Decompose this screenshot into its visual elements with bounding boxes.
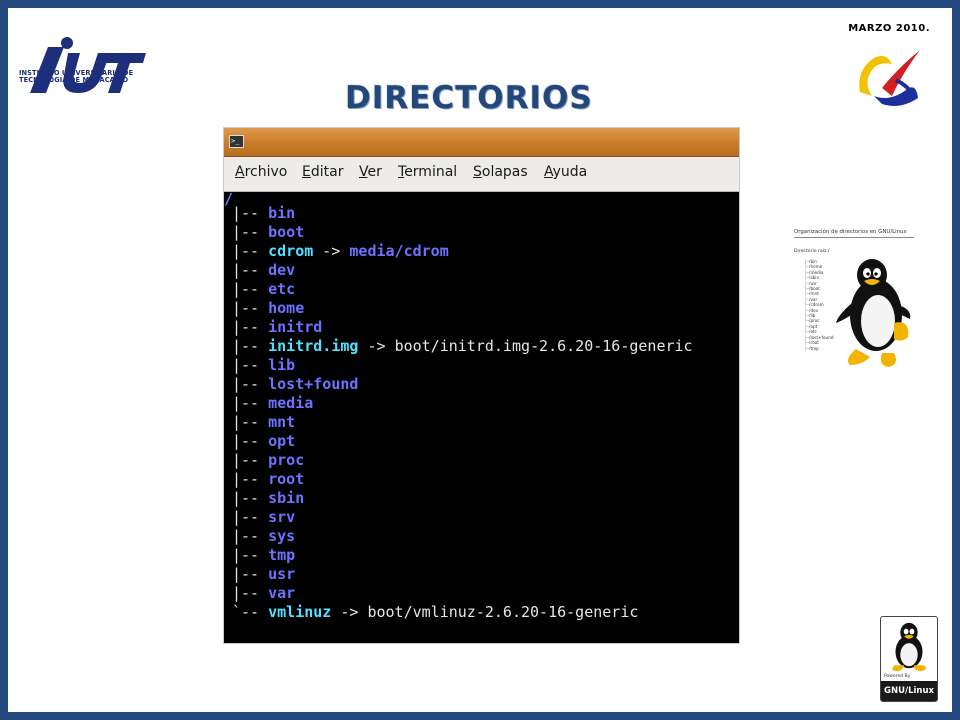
- logo-caption: INSTITUTO UNIVERSITARIO DE TECNOLOGÍA DE…: [19, 69, 169, 85]
- tree-branch: |--: [232, 223, 269, 241]
- tree-entry: |-- bin: [232, 204, 295, 222]
- tree-branch: |--: [232, 489, 269, 507]
- tree-branch: `--: [232, 603, 269, 621]
- window-titlebar[interactable]: >_: [224, 128, 739, 157]
- tux-badge-icon: [892, 622, 926, 672]
- menu-ver[interactable]: Ver: [359, 164, 382, 180]
- tree-entry: |-- dev: [232, 261, 295, 279]
- tree-entry-directory: boot: [268, 223, 305, 241]
- tree-entry-directory: dev: [268, 261, 296, 279]
- gnu-linux-badge: Powered By GNU/Linux: [880, 616, 938, 702]
- tree-branch: |--: [232, 584, 269, 602]
- tree-branch: |--: [232, 242, 269, 260]
- tree-entry: |-- etc: [232, 280, 295, 298]
- tree-branch: |--: [232, 470, 269, 488]
- tree-entry: |-- usr: [232, 565, 295, 583]
- tree-entry-directory: sbin: [268, 489, 305, 507]
- tree-entry-directory: lib: [268, 356, 296, 374]
- tree-entry: |-- sbin: [232, 489, 304, 507]
- tree-branch: |--: [232, 565, 269, 583]
- tree-branch: |--: [232, 204, 269, 222]
- symlink-arrow: ->: [313, 242, 350, 260]
- tree-branch: |--: [232, 280, 269, 298]
- tree-branch: |--: [232, 261, 269, 279]
- menu-solapas[interactable]: Solapas: [473, 164, 528, 180]
- symlink-arrow: ->: [358, 337, 395, 355]
- badge-powered-text: Powered By: [884, 674, 911, 679]
- tree-entry: |-- opt: [232, 432, 295, 450]
- terminal-output[interactable]: / |-- bin |-- boot |-- cdrom -> media/cdro…: [224, 190, 739, 643]
- tree-branch: |--: [232, 337, 269, 355]
- tree-entry: |-- initrd: [232, 318, 322, 336]
- terminal-icon[interactable]: >_: [229, 135, 244, 148]
- tree-branch: |--: [232, 394, 269, 412]
- menu-bar: Archivo Editar Ver Terminal Solapas Ayud…: [224, 157, 739, 192]
- tree-branch: |--: [232, 299, 269, 317]
- symlink-target: media/cdrom: [349, 242, 449, 260]
- menu-archivo[interactable]: Archivo: [235, 164, 287, 180]
- tree-entry: |-- root: [232, 470, 304, 488]
- page-title: DIRECTORIOS: [345, 80, 593, 116]
- tree-entry: |-- boot: [232, 223, 304, 241]
- slide-date: MARZO 2010.: [848, 23, 930, 34]
- tree-entry: |-- sys: [232, 527, 295, 545]
- tree-entry: |-- tmp: [232, 546, 295, 564]
- tree-entry-directory: tmp: [268, 546, 296, 564]
- tree-entry: |-- mnt: [232, 413, 295, 431]
- symlink-arrow: ->: [331, 603, 368, 621]
- tree-entry-directory: home: [268, 299, 305, 317]
- swoosh-logo-icon: [859, 50, 920, 106]
- tree-entry-directory: mnt: [268, 413, 296, 431]
- tree-entry: |-- var: [232, 584, 295, 602]
- tree-entry-directory: srv: [268, 508, 296, 526]
- tree-entry-directory: proc: [268, 451, 305, 469]
- tree-entry-directory: usr: [268, 565, 296, 583]
- tree-entry: |-- initrd.img -> boot/initrd.img-2.6.20…: [232, 337, 693, 355]
- menu-terminal[interactable]: Terminal: [398, 164, 457, 180]
- tree-entry: |-- lost+found: [232, 375, 358, 393]
- tree-branch: |--: [232, 432, 269, 450]
- symlink-target: boot/initrd.img-2.6.20-16-generic: [394, 337, 693, 355]
- tree-branch: |--: [232, 356, 269, 374]
- tux-penguin-icon: [836, 259, 911, 367]
- terminal-window: >_ Archivo Editar Ver Terminal Solapas A…: [223, 127, 740, 644]
- tree-branch: |--: [232, 508, 269, 526]
- tree-entry: |-- srv: [232, 508, 295, 526]
- tree-entry: |-- lib: [232, 356, 295, 374]
- slide: INSTITUTO UNIVERSITARIO DE TECNOLOGÍA DE…: [8, 8, 952, 712]
- tree-entry: `-- vmlinuz -> boot/vmlinuz-2.6.20-16-ge…: [232, 603, 638, 621]
- tree-branch: |--: [232, 546, 269, 564]
- tree-entry-directory: bin: [268, 204, 296, 222]
- tree-entry-directory: etc: [268, 280, 296, 298]
- tree-entry-directory: var: [268, 584, 296, 602]
- tree-entry-symlink: vmlinuz: [268, 603, 332, 621]
- logo-caption-line2: TECNOLOGÍA DE MARACAIBO: [19, 76, 129, 85]
- tree-branch: |--: [232, 318, 269, 336]
- thumbnail-title: Organización de directorios en GNU/Linux: [794, 229, 914, 238]
- tree-branch: |--: [232, 527, 269, 545]
- tree-entry-directory: lost+found: [268, 375, 359, 393]
- tree-entry: |-- media: [232, 394, 313, 412]
- tree-entry-symlink: initrd.img: [268, 337, 359, 355]
- tree-entry-directory: media: [268, 394, 314, 412]
- tree-branch: |--: [232, 375, 269, 393]
- symlink-target: boot/vmlinuz-2.6.20-16-generic: [367, 603, 639, 621]
- tree-entry: |-- home: [232, 299, 304, 317]
- thumbnail-subtitle: Directorio raíz /: [794, 249, 830, 254]
- menu-editar[interactable]: Editar: [302, 164, 343, 180]
- directory-diagram-thumbnail: Organización de directorios en GNU/Linux…: [790, 223, 914, 369]
- tree-entry: |-- proc: [232, 451, 304, 469]
- tree-entry-symlink: cdrom: [268, 242, 314, 260]
- tree-entry-directory: opt: [268, 432, 296, 450]
- tree-entry-directory: initrd: [268, 318, 323, 336]
- tree-entry: |-- cdrom -> media/cdrom: [232, 242, 449, 260]
- tree-branch: |--: [232, 451, 269, 469]
- tree-branch: |--: [232, 413, 269, 431]
- tree-entry-directory: sys: [268, 527, 296, 545]
- tree-entry-directory: root: [268, 470, 305, 488]
- badge-label: GNU/Linux: [881, 681, 937, 701]
- menu-ayuda[interactable]: Ayuda: [544, 164, 587, 180]
